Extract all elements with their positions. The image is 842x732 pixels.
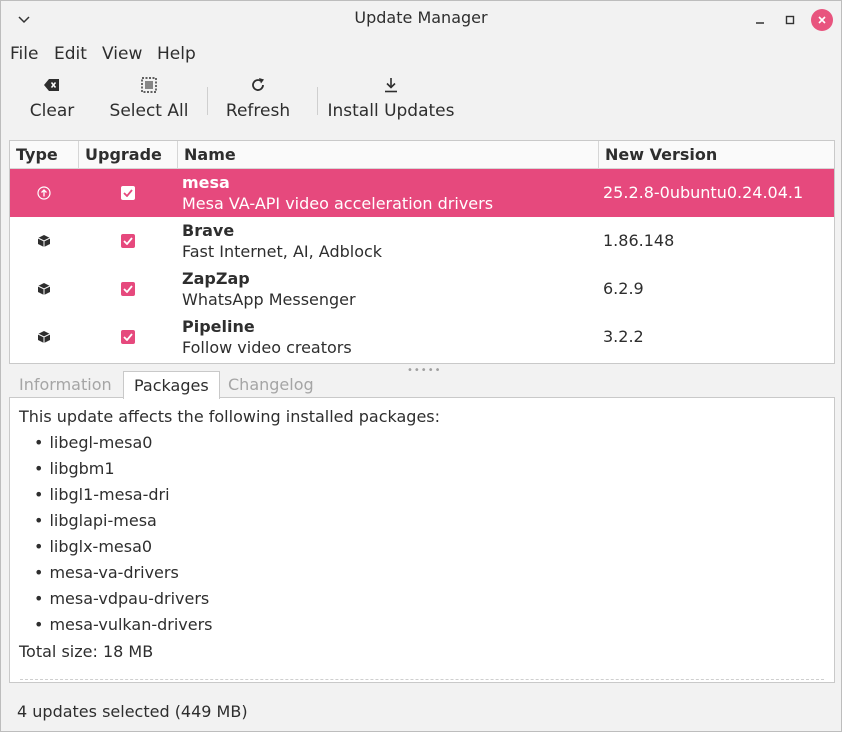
toolbar: Clear Select All Refresh Install Updates <box>1 73 841 131</box>
menu-edit[interactable]: Edit <box>54 44 87 64</box>
package-description: WhatsApp Messenger <box>182 290 356 309</box>
details-tabs: Information Packages Changelog <box>9 371 835 399</box>
package-name: Brave <box>182 221 235 240</box>
column-header-upgrade[interactable]: Upgrade <box>79 141 178 169</box>
checkbox-checked-icon <box>121 330 135 344</box>
packages-panel: This update affects the following instal… <box>9 397 835 683</box>
package-description: Mesa VA-API video acceleration drivers <box>182 194 494 213</box>
window-title: Update Manager <box>354 8 488 27</box>
maximize-icon[interactable] <box>779 9 801 31</box>
updates-table: Type Upgrade Name New Version mesa Mesa … <box>9 140 835 364</box>
select-all-button[interactable]: Select All <box>109 73 189 127</box>
package-version: 6.2.9 <box>603 279 644 298</box>
tab-changelog[interactable]: Changelog <box>218 371 324 398</box>
table-row[interactable]: mesa Mesa VA-API video acceleration driv… <box>10 169 834 217</box>
package-description: Follow video creators <box>182 338 352 357</box>
list-item: libgbm1 <box>34 459 213 485</box>
upgrade-checkbox[interactable] <box>78 169 178 217</box>
package-list: libegl-mesa0 libgbm1 libgl1-mesa-dri lib… <box>34 433 213 641</box>
package-version: 3.2.2 <box>603 327 644 346</box>
upgrade-checkbox[interactable] <box>78 313 178 361</box>
divider <box>20 679 824 680</box>
package-version: 1.86.148 <box>603 231 675 250</box>
list-item: mesa-vdpau-drivers <box>34 589 213 615</box>
refresh-button[interactable]: Refresh <box>225 73 291 127</box>
package-icon <box>10 265 78 313</box>
list-item: libgl1-mesa-dri <box>34 485 213 511</box>
package-name: ZapZap <box>182 269 250 288</box>
menu-view[interactable]: View <box>102 44 142 64</box>
table-row[interactable]: Brave Fast Internet, AI, Adblock 1.86.14… <box>10 217 834 265</box>
system-upgrade-icon <box>10 169 78 217</box>
refresh-label: Refresh <box>225 101 291 121</box>
packages-intro: This update affects the following instal… <box>19 407 441 426</box>
package-description: Fast Internet, AI, Adblock <box>182 242 383 261</box>
table-row[interactable]: Pipeline Follow video creators 3.2.2 <box>10 313 834 361</box>
package-name-cell: Brave Fast Internet, AI, Adblock <box>182 221 382 262</box>
toolbar-separator <box>207 87 208 115</box>
package-version: 25.2.8-0ubuntu0.24.04.1 <box>603 183 804 202</box>
refresh-icon <box>250 73 266 97</box>
checkbox-checked-icon <box>121 282 135 296</box>
select-all-label: Select All <box>109 101 189 121</box>
package-icon <box>10 217 78 265</box>
package-icon <box>10 313 78 361</box>
package-name: mesa <box>182 173 230 192</box>
menu-help[interactable]: Help <box>157 44 196 64</box>
clear-label: Clear <box>29 101 75 121</box>
column-header-version[interactable]: New Version <box>599 141 834 169</box>
select-all-icon <box>141 73 157 97</box>
tab-packages[interactable]: Packages <box>123 371 220 399</box>
update-manager-window: Update Manager File Edit View Help Clear <box>0 0 842 732</box>
package-name-cell: Pipeline Follow video creators <box>182 317 352 358</box>
checkbox-checked-icon <box>121 186 135 200</box>
table-header: Type Upgrade Name New Version <box>10 141 834 169</box>
clear-button[interactable]: Clear <box>29 73 75 127</box>
tab-information[interactable]: Information <box>9 371 122 398</box>
list-item: libglx-mesa0 <box>34 537 213 563</box>
install-updates-button[interactable]: Install Updates <box>328 73 455 127</box>
column-header-type[interactable]: Type <box>10 141 79 169</box>
table-row[interactable]: ZapZap WhatsApp Messenger 6.2.9 <box>10 265 834 313</box>
menubar: File Edit View Help <box>1 41 841 67</box>
upgrade-checkbox[interactable] <box>78 217 178 265</box>
package-name-cell: ZapZap WhatsApp Messenger <box>182 269 356 310</box>
total-size: Total size: 18 MB <box>19 642 154 661</box>
download-icon <box>384 73 398 97</box>
list-item: mesa-va-drivers <box>34 563 213 589</box>
toolbar-separator <box>317 87 318 115</box>
install-updates-label: Install Updates <box>327 101 455 121</box>
column-header-name[interactable]: Name <box>178 141 599 169</box>
upgrade-checkbox[interactable] <box>78 265 178 313</box>
list-item: libglapi-mesa <box>34 511 213 537</box>
titlebar: Update Manager <box>1 1 841 37</box>
status-text: 4 updates selected (449 MB) <box>17 702 248 721</box>
checkbox-checked-icon <box>121 234 135 248</box>
list-item: mesa-vulkan-drivers <box>34 615 212 641</box>
menu-file[interactable]: File <box>10 44 38 64</box>
minimize-icon[interactable] <box>749 9 771 31</box>
list-item: libegl-mesa0 <box>34 433 213 459</box>
close-icon[interactable] <box>811 9 833 31</box>
package-name: Pipeline <box>182 317 255 336</box>
clear-icon <box>44 73 60 97</box>
package-name-cell: mesa Mesa VA-API video acceleration driv… <box>182 173 493 214</box>
